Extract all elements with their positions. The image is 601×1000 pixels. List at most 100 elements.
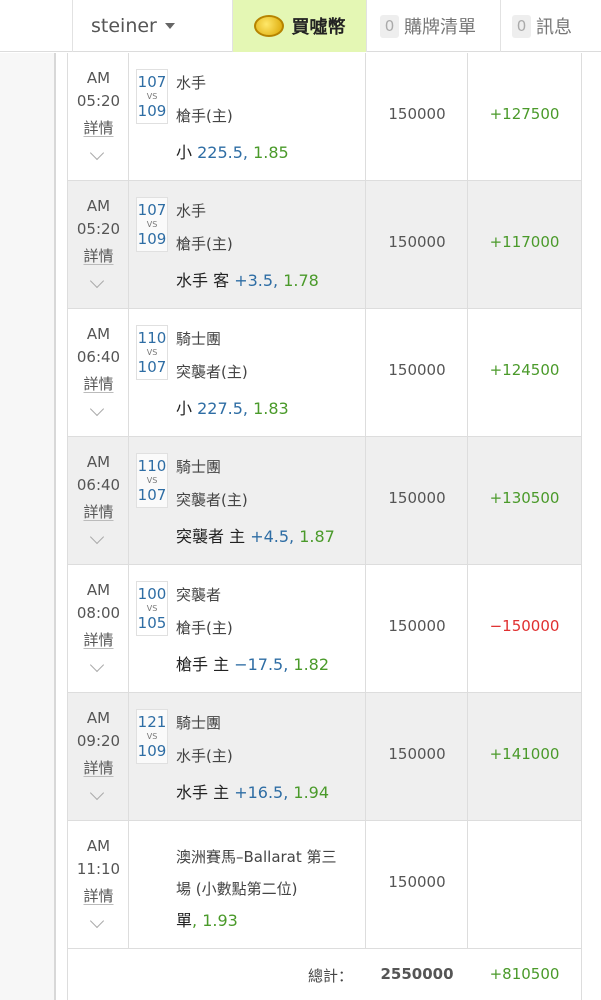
caret-down-icon xyxy=(164,23,175,29)
bet-odds: 1.83 xyxy=(253,399,289,418)
team-b-number: 105 xyxy=(137,614,167,632)
team-a-number: 107 xyxy=(137,201,167,219)
stake-amount: 150000 xyxy=(388,361,446,379)
left-sidebar xyxy=(0,53,56,1000)
team-a-number: 110 xyxy=(137,457,167,475)
detail-label: 詳情 xyxy=(83,375,114,393)
messages-button[interactable]: 0 訊息 xyxy=(512,0,572,52)
time: 05:20 xyxy=(76,92,121,110)
race-title-line2: 場 (小數點第二位) xyxy=(176,880,298,898)
detail-button[interactable]: 詳情 xyxy=(68,373,129,394)
bet-pick: 小 xyxy=(176,399,193,418)
team-number-box: 110 VS 107 xyxy=(136,453,168,508)
team-a-name: 突襲者 xyxy=(176,586,222,604)
team-a-number: 100 xyxy=(137,585,167,603)
detail-label: 詳情 xyxy=(83,247,114,265)
team-a-name: 水手 xyxy=(176,202,207,220)
detail-button[interactable]: 詳情 xyxy=(68,245,129,266)
team-number-box: 107 VS 109 xyxy=(136,69,168,124)
messages-label: 訊息 xyxy=(536,17,572,38)
bet-pick: 水手 客 xyxy=(176,271,230,290)
team-b-name: 突襲者(主) xyxy=(176,363,248,381)
table-row: AM 05:20 詳情 107 VS 109 水手 槍手(主) 水手 客 +3.5, 1.78 1… xyxy=(68,181,581,309)
team-b-name: 槍手(主) xyxy=(176,107,233,125)
bet-line: −17.5, xyxy=(234,655,289,674)
table-row: AM 09:20 詳情 121 VS 109 騎士團 水手(主) 水手 主 +16.5, 1.9… xyxy=(68,693,581,821)
bet-odds: 1.87 xyxy=(299,527,335,546)
stake-amount: 150000 xyxy=(388,233,446,251)
team-b-number: 107 xyxy=(137,486,167,504)
team-a-name: 騎士團 xyxy=(176,458,222,476)
chevron-down-icon[interactable] xyxy=(89,401,105,417)
bet-pick: 水手 主 xyxy=(176,783,230,802)
team-number-box: 110 VS 107 xyxy=(136,325,168,380)
chevron-down-icon[interactable] xyxy=(89,273,105,289)
team-b-number: 109 xyxy=(137,230,167,248)
team-a-number: 110 xyxy=(137,329,167,347)
ampm: AM xyxy=(86,69,111,87)
team-a-name: 騎士團 xyxy=(176,714,222,732)
cart-count-badge: 0 xyxy=(380,14,399,38)
result-amount: +130500 xyxy=(489,489,560,507)
totals-row: 總計： 2550000 +810500 xyxy=(68,949,581,1000)
team-number-box: 107 VS 109 xyxy=(136,197,168,252)
stake-amount: 150000 xyxy=(388,617,446,635)
user-menu[interactable]: steiner xyxy=(74,0,232,52)
top-bar: steiner 買噓幣 0 購牌清單 0 訊息 xyxy=(0,0,601,52)
chevron-down-icon[interactable] xyxy=(89,785,105,801)
team-b-number: 109 xyxy=(137,742,167,760)
divider xyxy=(72,0,73,52)
bet-pick: 突襲者 主 xyxy=(176,527,246,546)
username: steiner xyxy=(91,15,157,37)
total-label: 總計： xyxy=(308,967,354,985)
detail-label: 詳情 xyxy=(83,119,114,137)
chevron-down-icon[interactable] xyxy=(89,913,105,929)
bet-pick: 槍手 主 xyxy=(176,655,230,674)
team-a-name: 水手 xyxy=(176,74,207,92)
team-b-name: 水手(主) xyxy=(176,747,233,765)
vs-label: VS xyxy=(146,92,158,101)
chevron-down-icon[interactable] xyxy=(89,529,105,545)
ampm: AM xyxy=(86,197,111,215)
bet-line: +4.5, xyxy=(250,527,295,546)
team-number-box: 121 VS 109 xyxy=(136,709,168,764)
ampm: AM xyxy=(86,453,111,471)
table-row: AM 05:20 詳情 107 VS 109 水手 槍手(主) 小 225.5, 1.85 150… xyxy=(68,53,581,181)
team-a-number: 121 xyxy=(137,713,167,731)
time: 05:20 xyxy=(76,220,121,238)
total-stake: 2550000 xyxy=(380,965,454,983)
bet-line: +3.5, xyxy=(234,271,279,290)
table-row: AM 06:40 詳情 110 VS 107 騎士團 突襲者(主) 突襲者 主 +4.5, 1.… xyxy=(68,437,581,565)
buy-coin-button[interactable]: 買噓幣 xyxy=(233,0,366,52)
bet-pick: 小 xyxy=(176,143,193,162)
bet-line: 227.5, xyxy=(197,399,248,418)
bet-odds: 1.94 xyxy=(293,783,330,802)
stake-amount: 150000 xyxy=(388,105,446,123)
team-number-box: 100 VS 105 xyxy=(136,581,168,636)
cart-list-button[interactable]: 0 購牌清單 xyxy=(380,0,476,52)
chevron-down-icon[interactable] xyxy=(89,657,105,673)
detail-label: 詳情 xyxy=(83,759,114,777)
detail-button[interactable]: 詳情 xyxy=(68,885,129,906)
buy-coin-label: 買噓幣 xyxy=(291,17,346,38)
detail-label: 詳情 xyxy=(83,887,114,905)
team-a-name: 騎士團 xyxy=(176,330,222,348)
ampm: AM xyxy=(86,837,111,855)
detail-button[interactable]: 詳情 xyxy=(68,117,129,138)
divider xyxy=(366,0,367,52)
detail-button[interactable]: 詳情 xyxy=(68,629,129,650)
total-result: +810500 xyxy=(489,965,560,983)
divider xyxy=(500,0,501,52)
time: 06:40 xyxy=(76,348,121,366)
detail-button[interactable]: 詳情 xyxy=(68,501,129,522)
chevron-down-icon[interactable] xyxy=(89,145,105,161)
bet-selection: 突襲者 主 +4.5, 1.87 xyxy=(176,523,335,547)
bet-odds: 1.85 xyxy=(253,143,289,162)
team-a-number: 107 xyxy=(137,73,167,91)
table-row: AM 08:00 詳情 100 VS 105 突襲者 槍手(主) 槍手 主 −17.5, 1.8… xyxy=(68,565,581,693)
bet-odds: , 1.93 xyxy=(192,911,238,930)
detail-button[interactable]: 詳情 xyxy=(68,757,129,778)
result-amount: +124500 xyxy=(489,361,560,379)
bet-odds: 1.82 xyxy=(293,655,330,674)
bet-selection: 水手 客 +3.5, 1.78 xyxy=(176,267,319,291)
